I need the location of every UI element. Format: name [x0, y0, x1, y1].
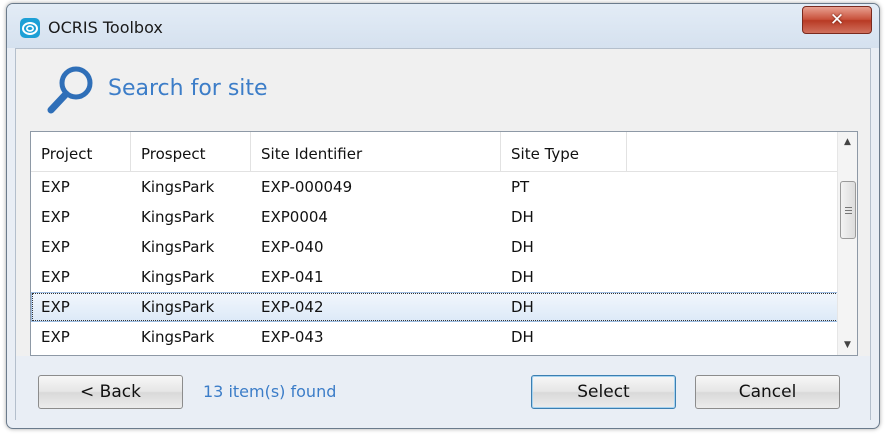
scroll-thumb[interactable] — [840, 181, 856, 239]
site-list[interactable]: Project Prospect Site Identifier Site Ty… — [30, 131, 858, 356]
column-header-prospect[interactable]: Prospect — [131, 132, 251, 172]
page-title: Search for site — [108, 76, 268, 101]
cell-site-identifier: EXP-042 — [261, 298, 324, 316]
arrow-up-icon: ▲ — [844, 137, 851, 147]
column-header-filler — [627, 132, 839, 171]
ocris-logo-icon — [20, 18, 40, 38]
table-row[interactable]: EXP KingsPark EXP-000049 PT — [31, 172, 839, 202]
footer-bar: < Back 13 item(s) found Select Cancel — [16, 356, 870, 420]
back-button[interactable]: < Back — [38, 375, 183, 409]
cancel-button[interactable]: Cancel — [695, 375, 840, 409]
cell-project: EXP — [41, 268, 70, 286]
cell-project: EXP — [41, 208, 70, 226]
scroll-up-button[interactable]: ▲ — [838, 132, 857, 152]
results-count: 13 item(s) found — [203, 382, 337, 401]
cell-site-type: DH — [511, 238, 534, 256]
cell-site-type: DH — [511, 268, 534, 286]
column-header-site-type[interactable]: Site Type — [501, 132, 627, 172]
table-row[interactable]: EXP KingsPark EXP-043 DH — [31, 322, 839, 352]
cell-site-type: DH — [511, 328, 534, 346]
cell-prospect: KingsPark — [141, 208, 215, 226]
cell-site-identifier: EXP0004 — [261, 208, 328, 226]
select-button[interactable]: Select — [531, 375, 676, 409]
cell-prospect: KingsPark — [141, 238, 215, 256]
cell-project: EXP — [41, 298, 70, 316]
cell-project: EXP — [41, 328, 70, 346]
cell-prospect: KingsPark — [141, 178, 215, 196]
cell-prospect: KingsPark — [141, 328, 215, 346]
cell-site-identifier: EXP-000049 — [261, 178, 353, 196]
scroll-down-button[interactable]: ▼ — [838, 335, 857, 355]
cell-site-type: DH — [511, 298, 534, 316]
cell-site-type: DH — [511, 208, 534, 226]
cell-prospect: KingsPark — [141, 268, 215, 286]
cell-project: EXP — [41, 178, 70, 196]
cell-site-type: PT — [511, 178, 530, 196]
window-title: OCRIS Toolbox — [48, 18, 163, 37]
magnifier-icon — [47, 66, 93, 114]
column-header-site-identifier[interactable]: Site Identifier — [251, 132, 501, 172]
grip-icon — [844, 206, 852, 214]
dialog-body: Search for site Project Prospect Site Id… — [15, 48, 871, 420]
column-header-row: Project Prospect Site Identifier Site Ty… — [31, 132, 839, 172]
vertical-scrollbar[interactable]: ▲ ▼ — [837, 132, 857, 355]
table-row[interactable]: EXP KingsPark EXP-041 DH — [31, 262, 839, 292]
table-row[interactable]: EXP KingsPark EXP0004 DH — [31, 202, 839, 232]
close-button[interactable]: ✕ — [802, 6, 872, 34]
table-row[interactable]: EXP KingsPark EXP-040 DH — [31, 232, 839, 262]
cell-site-identifier: EXP-043 — [261, 328, 324, 346]
column-header-project[interactable]: Project — [31, 132, 131, 172]
cell-project: EXP — [41, 238, 70, 256]
close-icon: ✕ — [829, 10, 845, 30]
table-row-selected[interactable]: EXP KingsPark EXP-042 DH — [31, 292, 839, 322]
dialog-window: OCRIS Toolbox ✕ Search for site Project … — [6, 3, 880, 429]
title-bar[interactable]: OCRIS Toolbox ✕ — [7, 4, 879, 48]
cell-site-identifier: EXP-041 — [261, 268, 324, 286]
header-panel: Search for site — [16, 49, 870, 131]
cell-site-identifier: EXP-040 — [261, 238, 324, 256]
cell-prospect: KingsPark — [141, 298, 215, 316]
arrow-down-icon: ▼ — [844, 340, 851, 350]
table-rows: EXP KingsPark EXP-000049 PT EXP KingsPar… — [31, 172, 839, 352]
